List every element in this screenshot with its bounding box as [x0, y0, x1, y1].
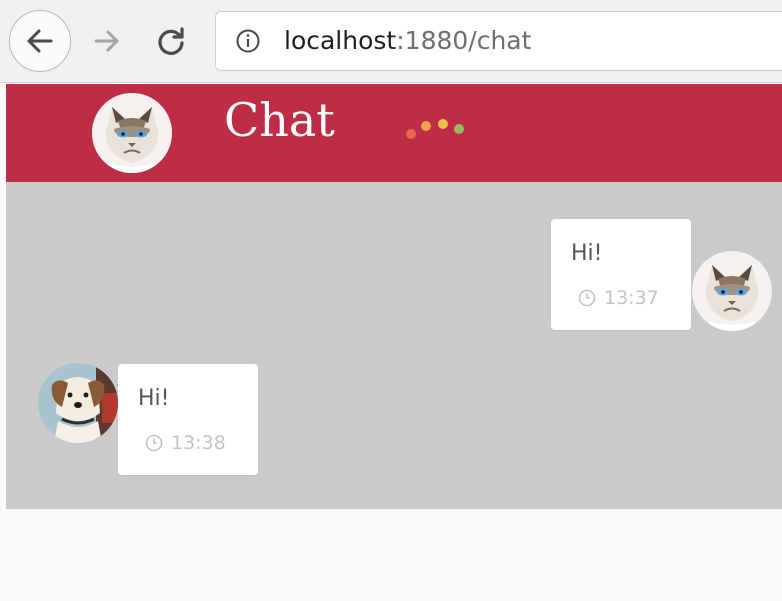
- forward-arrow-icon: [94, 30, 119, 52]
- dog-avatar: [38, 363, 118, 443]
- chat-header: Chat: [6, 84, 782, 182]
- message-text: Hi!: [138, 386, 170, 411]
- clock-icon: [578, 289, 596, 307]
- info-icon[interactable]: [235, 28, 261, 54]
- message-text: Hi!: [571, 241, 603, 266]
- grumpy-cat-avatar: [692, 251, 772, 331]
- back-button[interactable]: [9, 10, 71, 72]
- message-bubble: Hi! 13:37: [551, 219, 691, 330]
- url-host: localhost: [284, 26, 397, 55]
- message-time: 13:38: [171, 432, 226, 454]
- url-path: :1880/chat: [396, 26, 532, 55]
- typing-indicator-icon: [406, 119, 464, 139]
- footer-area: [6, 509, 782, 601]
- clock-icon: [145, 434, 163, 452]
- reload-button[interactable]: [150, 20, 192, 62]
- url-text[interactable]: localhost:1880/chat: [284, 26, 531, 56]
- browser-toolbar: localhost:1880/chat: [0, 0, 782, 83]
- message-timestamp: 13:37: [578, 287, 659, 309]
- message-bubble: Hi! 13:38: [118, 364, 258, 475]
- reload-icon: [158, 27, 184, 55]
- address-bar[interactable]: localhost:1880/chat: [215, 11, 782, 71]
- chat-messages: Hi! 13:37 Hi! 13:38: [6, 182, 782, 509]
- page-title: Chat: [224, 93, 335, 147]
- back-arrow-icon: [27, 29, 53, 53]
- message-timestamp: 13:38: [145, 432, 226, 454]
- grumpy-cat-avatar: [92, 93, 172, 173]
- message-time: 13:37: [604, 287, 659, 309]
- forward-button[interactable]: [88, 22, 126, 60]
